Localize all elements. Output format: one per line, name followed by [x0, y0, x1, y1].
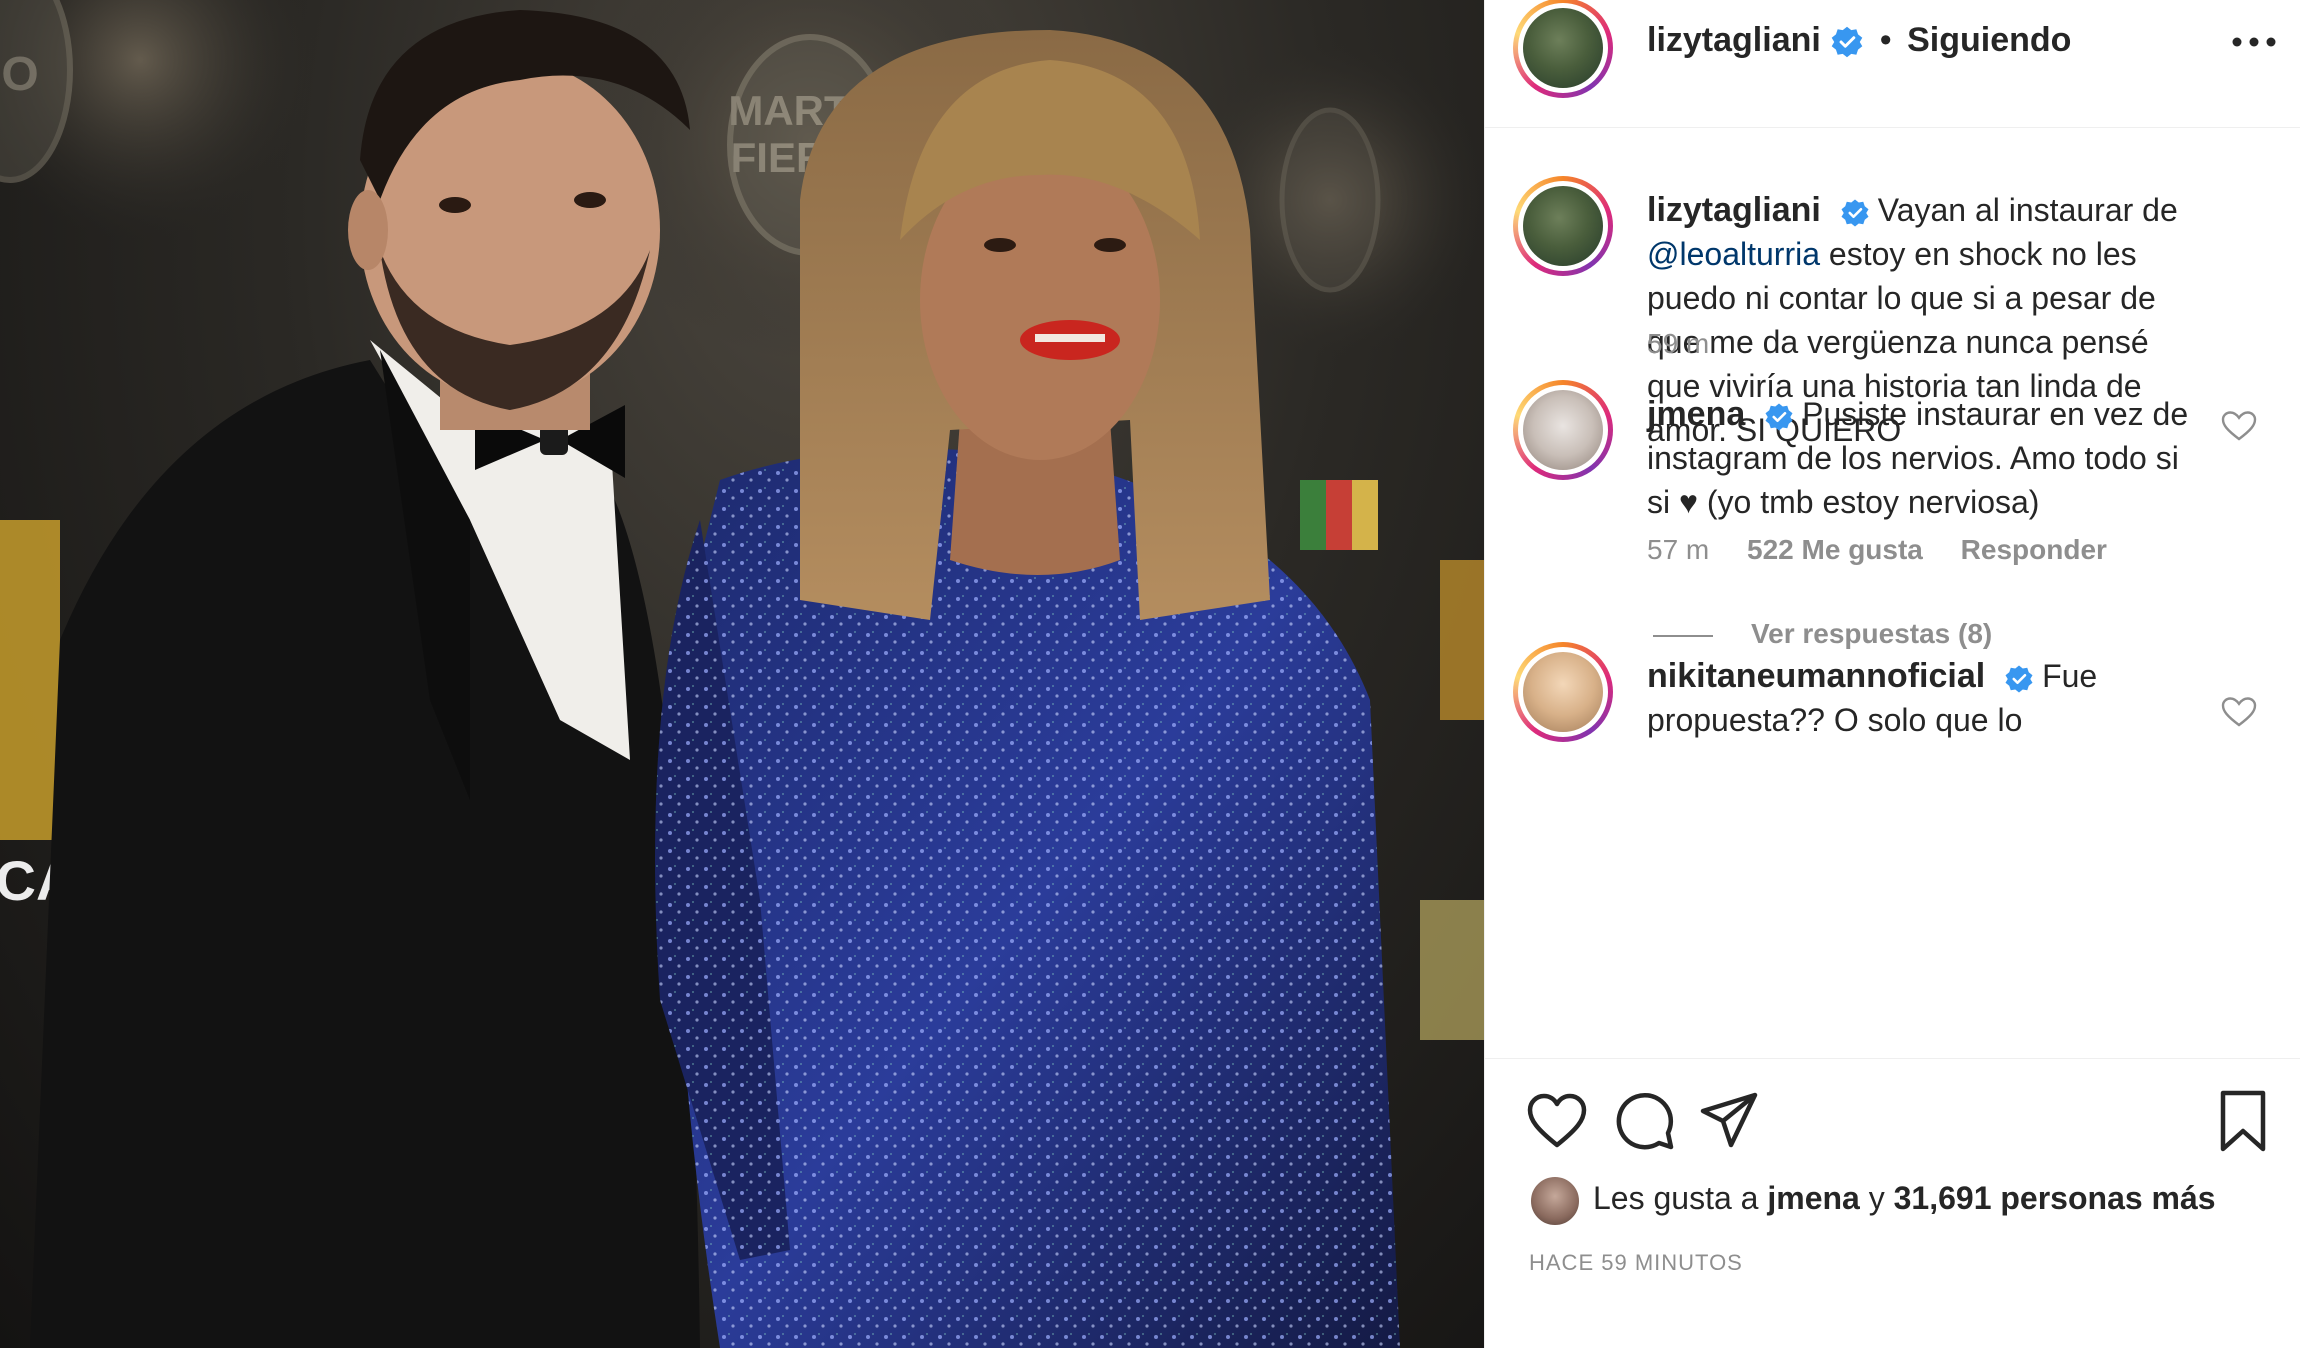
comment-author[interactable]: jmena: [1647, 395, 1745, 433]
verified-badge-icon: [1765, 403, 1793, 431]
comment-time[interactable]: 57 m: [1647, 534, 1709, 565]
more-options-icon[interactable]: [2229, 30, 2279, 54]
save-bookmark-icon[interactable]: [2211, 1089, 2275, 1153]
post-sidebar: lizytagliani • Siguiendo lizytagliani Va…: [1484, 0, 2300, 1348]
comment-author[interactable]: nikitaneumannoficial: [1647, 657, 1985, 695]
liker-username[interactable]: jmena: [1767, 1180, 1859, 1216]
caption-author[interactable]: lizytagliani: [1647, 191, 1821, 229]
comment-text: nikitaneumannoficial Fue propuesta?? O s…: [1647, 654, 2207, 742]
comment-bubble-icon[interactable]: [1613, 1089, 1677, 1153]
photo-illustration: MARTIN FIERRO O ICA: [0, 0, 1484, 1348]
likes-middle: y: [1859, 1180, 1894, 1216]
comment-reply-button[interactable]: Responder: [1961, 534, 2107, 565]
comment-likes-count[interactable]: 522 Me gusta: [1747, 534, 1923, 565]
header-user-line: lizytagliani • Siguiendo: [1647, 20, 2071, 60]
caption-time[interactable]: 59 m: [1647, 328, 1709, 359]
likes-prefix: Les gusta a: [1593, 1180, 1768, 1216]
verified-badge-icon: [1831, 26, 1863, 58]
post-photo[interactable]: MARTIN FIERRO O ICA: [0, 0, 1484, 1348]
post-timestamp[interactable]: HACE 59 MINUTOS: [1529, 1250, 1743, 1276]
caption-text-before: Vayan al instaurar de: [1877, 192, 2178, 228]
comment-avatar-nikita[interactable]: [1513, 642, 1613, 742]
view-replies-label: Ver respuestas (8): [1751, 618, 1993, 649]
comment-avatar-jmena[interactable]: [1513, 380, 1613, 480]
caption-mention-link[interactable]: @leoalturria: [1647, 236, 1820, 272]
likes-summary: Les gusta a jmena y 31,691 personas más: [1529, 1170, 2216, 1227]
author-avatar[interactable]: [1513, 0, 1613, 98]
follow-status-button[interactable]: Siguiendo: [1907, 21, 2071, 59]
comment-like-heart-icon[interactable]: [2221, 410, 2257, 442]
comments-list[interactable]: lizytagliani Vayan al instaurar de @leoa…: [1485, 130, 2300, 1060]
comment-like-heart-icon[interactable]: [2221, 696, 2257, 728]
comment-text: jmena Pusiste instaurar en vez de instag…: [1647, 392, 2207, 524]
header-separator: •: [1879, 21, 1892, 59]
caption-meta: 59 m: [1647, 328, 1739, 360]
verified-badge-icon: [1841, 199, 1869, 227]
replies-divider: [1653, 634, 1713, 637]
like-heart-icon[interactable]: [1525, 1089, 1589, 1153]
author-username[interactable]: lizytagliani: [1647, 21, 1821, 59]
view-replies-button[interactable]: Ver respuestas (8): [1653, 618, 1992, 650]
verified-badge-icon: [2005, 665, 2033, 693]
share-direct-icon[interactable]: [1697, 1089, 1761, 1153]
likes-count-link[interactable]: 31,691 personas más: [1894, 1180, 2216, 1216]
post-header: lizytagliani • Siguiendo: [1485, 0, 2300, 128]
svg-text:O: O: [1, 48, 38, 101]
liker-avatar[interactable]: [1529, 1174, 1581, 1227]
caption-author-avatar[interactable]: [1513, 176, 1613, 276]
comment-meta: 57 m 522 Me gusta Responder: [1647, 534, 2137, 566]
